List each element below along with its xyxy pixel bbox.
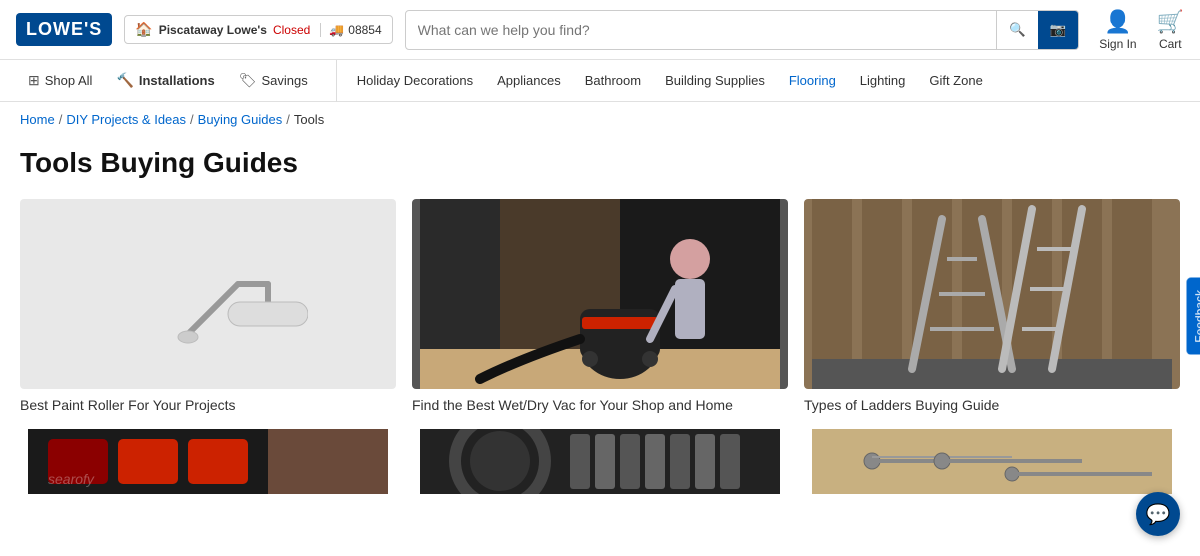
- nav-bathroom[interactable]: Bathroom: [573, 60, 653, 102]
- cart-button[interactable]: 🛒 Cart: [1157, 9, 1184, 51]
- search-input[interactable]: [406, 22, 996, 38]
- breadcrumb-buying-guides[interactable]: Buying Guides: [198, 112, 283, 127]
- page-title: Tools Buying Guides: [20, 147, 1180, 179]
- store-zip: 🚚 08854: [320, 23, 381, 37]
- search-bar: 🔍 📷: [405, 10, 1080, 50]
- screws-illustration: [804, 429, 1180, 494]
- hammer-icon: 🔨: [116, 72, 133, 89]
- card-image-drill: searofy: [20, 429, 396, 494]
- logo-text: LOWE'S: [26, 19, 102, 40]
- nav-shop-all[interactable]: ⊞ Shop All: [16, 60, 104, 102]
- breadcrumb-diy[interactable]: DIY Projects & Ideas: [66, 112, 186, 127]
- nav-installations[interactable]: 🔨 Installations: [104, 60, 226, 102]
- drill-illustration: searofy: [20, 429, 396, 494]
- card-image-paint-roller: [20, 199, 396, 389]
- card-image-tools: [412, 429, 788, 494]
- header: LOWE'S 🏠 Piscataway Lowe's Closed 🚚 0885…: [0, 0, 1200, 60]
- store-name: Piscataway Lowe's: [159, 23, 267, 37]
- card-wet-dry-vac[interactable]: Find the Best Wet/Dry Vac for Your Shop …: [412, 199, 788, 413]
- card-screws[interactable]: [804, 429, 1180, 494]
- nav-holiday-decorations[interactable]: Holiday Decorations: [345, 60, 485, 102]
- breadcrumb: Home / DIY Projects & Ideas / Buying Gui…: [0, 102, 1200, 137]
- camera-search-button[interactable]: 📷: [1038, 11, 1079, 49]
- nav-secondary: Holiday Decorations Appliances Bathroom …: [345, 60, 995, 102]
- card-title-paint-roller: Best Paint Roller For Your Projects: [20, 397, 396, 413]
- nav-building-supplies[interactable]: Building Supplies: [653, 60, 777, 102]
- feedback-button[interactable]: Feedback: [1187, 278, 1200, 355]
- user-icon: 👤: [1104, 9, 1131, 35]
- vacuum-illustration: [412, 199, 788, 389]
- card-title-vacuum: Find the Best Wet/Dry Vac for Your Shop …: [412, 397, 788, 413]
- breadcrumb-home[interactable]: Home: [20, 112, 55, 127]
- cards-grid: Best Paint Roller For Your Projects: [20, 199, 1180, 413]
- sign-in-button[interactable]: 👤 Sign In: [1099, 9, 1136, 51]
- search-icon: 🔍: [1009, 22, 1026, 38]
- breadcrumb-sep-2: /: [190, 112, 194, 127]
- store-status: Closed: [273, 23, 310, 37]
- camera-icon: 📷: [1050, 22, 1067, 38]
- card-paint-roller[interactable]: Best Paint Roller For Your Projects: [20, 199, 396, 413]
- grid-icon: ⊞: [28, 72, 40, 89]
- paint-roller-illustration: [108, 234, 308, 354]
- chat-button[interactable]: 💬: [1136, 492, 1180, 536]
- header-actions: 👤 Sign In 🛒 Cart: [1099, 9, 1184, 51]
- nav-lighting[interactable]: Lighting: [848, 60, 918, 102]
- card-ladders[interactable]: Types of Ladders Buying Guide: [804, 199, 1180, 413]
- svg-text:searofy: searofy: [48, 471, 95, 487]
- nav: ⊞ Shop All 🔨 Installations 🏷 Savings Hol…: [0, 60, 1200, 102]
- tools-illustration: [412, 429, 788, 494]
- ladder-illustration: [804, 199, 1180, 389]
- card-image-ladder: [804, 199, 1180, 389]
- nav-primary: ⊞ Shop All 🔨 Installations 🏷 Savings: [16, 60, 337, 102]
- breadcrumb-current: Tools: [294, 112, 324, 127]
- nav-flooring[interactable]: Flooring: [777, 60, 848, 102]
- card-drill[interactable]: searofy: [20, 429, 396, 494]
- logo[interactable]: LOWE'S: [16, 13, 112, 46]
- cart-icon: 🛒: [1157, 9, 1184, 35]
- search-button[interactable]: 🔍: [996, 11, 1038, 49]
- tag-icon: 🏷: [239, 72, 257, 89]
- nav-appliances[interactable]: Appliances: [485, 60, 573, 102]
- store-selector[interactable]: 🏠 Piscataway Lowe's Closed 🚚 08854: [124, 15, 392, 44]
- breadcrumb-sep-1: /: [59, 112, 63, 127]
- card-tools[interactable]: [412, 429, 788, 494]
- chat-icon: 💬: [1146, 502, 1171, 527]
- main-content: Tools Buying Guides Best Paint Roller Fo…: [0, 137, 1200, 514]
- nav-savings[interactable]: 🏷 Savings: [227, 60, 320, 102]
- store-icon: 🏠: [135, 21, 152, 38]
- card-title-ladder: Types of Ladders Buying Guide: [804, 397, 1180, 413]
- nav-gift-zone[interactable]: Gift Zone: [917, 60, 994, 102]
- breadcrumb-sep-3: /: [286, 112, 290, 127]
- card-image-screws: [804, 429, 1180, 494]
- truck-icon: 🚚: [329, 23, 344, 37]
- card-image-vacuum: [412, 199, 788, 389]
- cards-grid-bottom: searofy: [20, 429, 1180, 494]
